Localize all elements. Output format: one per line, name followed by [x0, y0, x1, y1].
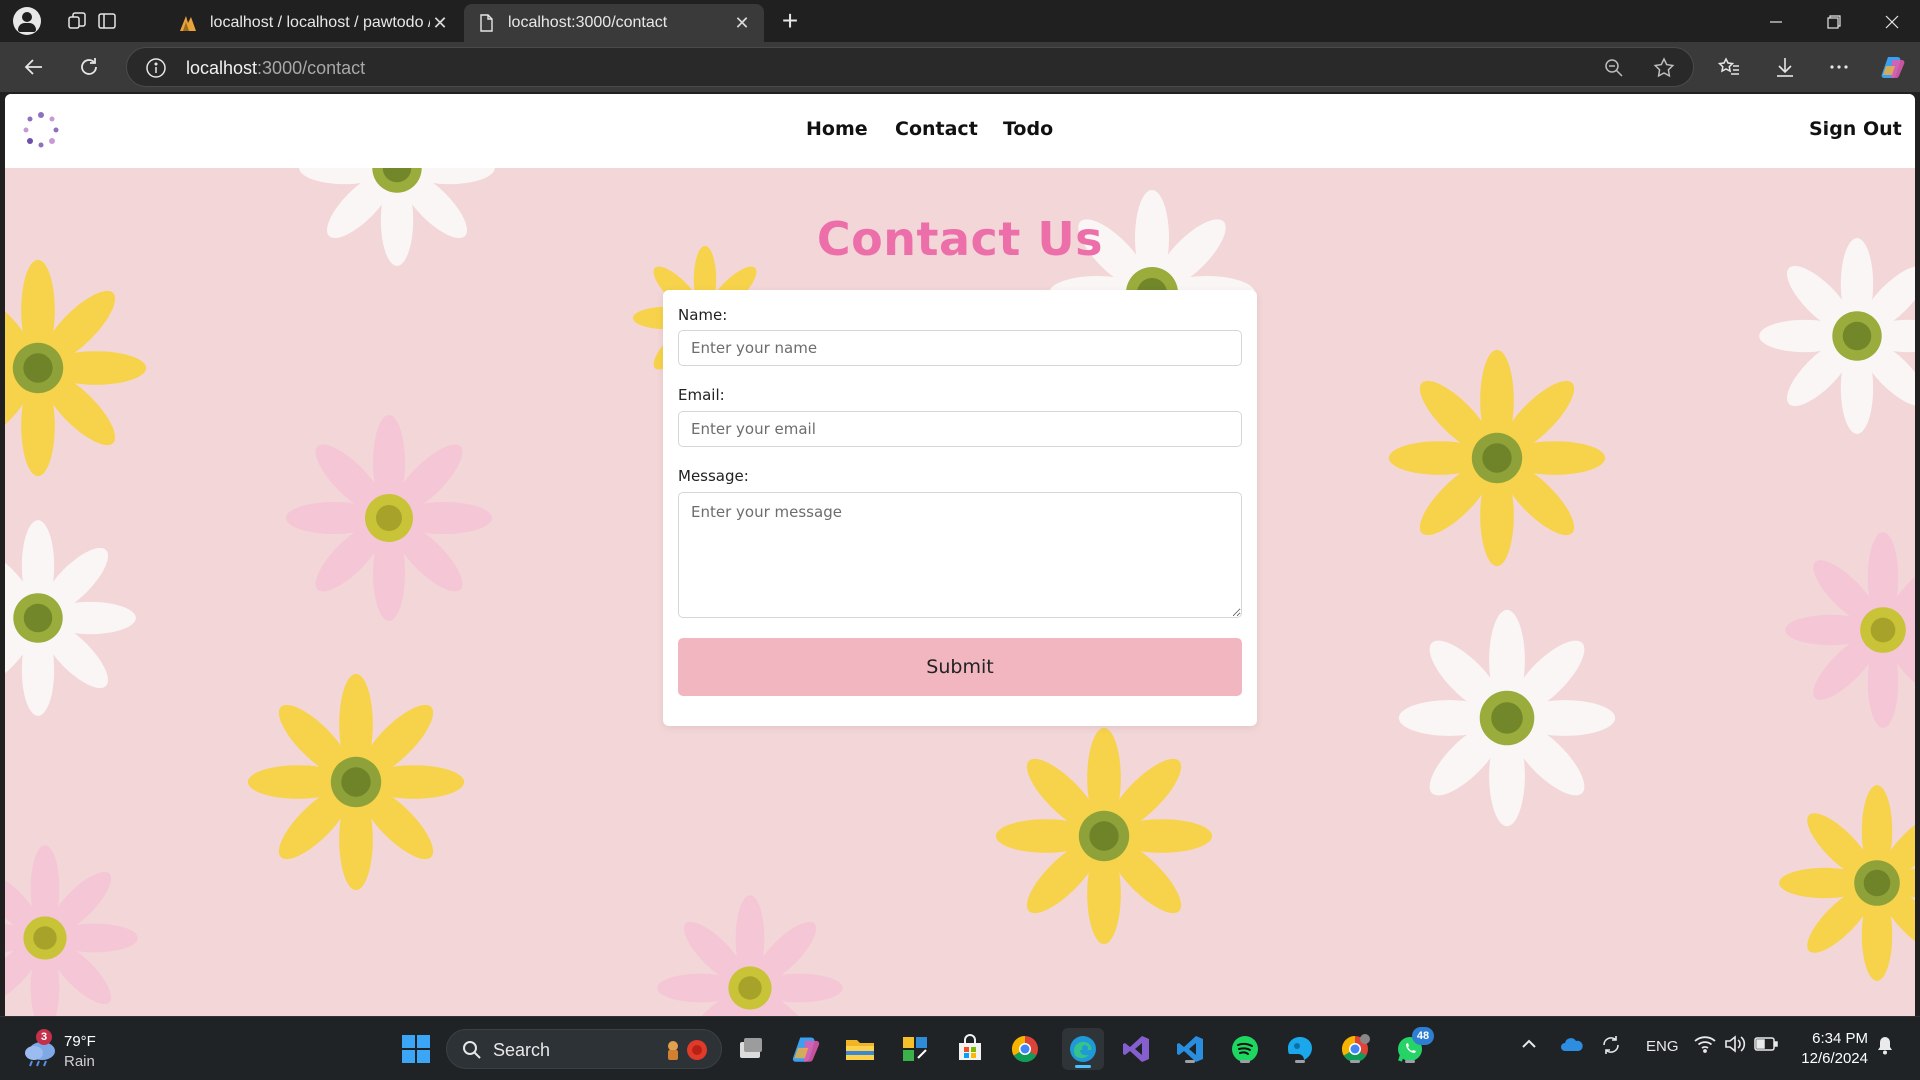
chevron-up-icon[interactable]	[1520, 1035, 1538, 1057]
refresh-icon[interactable]	[74, 52, 104, 82]
url-path: :3000/contact	[257, 58, 366, 78]
search-icon	[463, 1041, 481, 1059]
profile-icon[interactable]	[13, 7, 41, 35]
close-tab-icon[interactable]: ✕	[732, 13, 752, 33]
whatsapp-badge: 48	[1412, 1027, 1434, 1045]
weather-widget[interactable]: 3 79°F Rain	[22, 1029, 142, 1073]
tab-title: localhost / localhost / pawtodo /	[210, 14, 430, 31]
copilot-icon[interactable]	[788, 1031, 824, 1067]
weather-condition: Rain	[64, 1053, 95, 1070]
workspaces-icon[interactable]	[63, 8, 91, 34]
nav-todo-link[interactable]: Todo	[1003, 118, 1053, 140]
address-bar[interactable]: localhost:3000/contact	[126, 47, 1694, 87]
start-icon[interactable]	[398, 1031, 434, 1067]
weather-temp: 79°F	[64, 1033, 96, 1050]
contact-form: Name: Email: Message: Submit	[663, 290, 1257, 726]
task-view-icon[interactable]	[733, 1031, 769, 1067]
edge-icon[interactable]	[1062, 1028, 1104, 1070]
restore-icon[interactable]	[1822, 10, 1846, 34]
copilot-icon[interactable]	[1878, 52, 1908, 82]
email-input[interactable]	[678, 411, 1242, 447]
vscode-icon[interactable]	[1172, 1031, 1208, 1067]
url-text[interactable]: localhost:3000/contact	[186, 58, 365, 79]
file-explorer-icon[interactable]	[842, 1031, 878, 1067]
browser-toolbar: localhost:3000/contact	[0, 42, 1920, 92]
spotify-icon[interactable]	[1227, 1031, 1263, 1067]
tab-contact[interactable]: localhost:3000/contact ✕	[464, 4, 764, 42]
downloads-icon[interactable]	[1770, 52, 1800, 82]
nav-contact-link[interactable]: Contact	[895, 118, 978, 140]
language-indicator[interactable]: ENG	[1646, 1038, 1679, 1055]
favorites-icon[interactable]	[1714, 52, 1744, 82]
new-tab-button[interactable]: +	[776, 7, 804, 36]
site-navbar: Home Contact Todo Sign Out	[5, 94, 1915, 168]
whatsapp-icon[interactable]: 48	[1392, 1027, 1434, 1067]
zoom-icon[interactable]	[1603, 57, 1625, 79]
chrome-icon[interactable]	[1337, 1031, 1373, 1067]
clock-date: 12/6/2024	[1801, 1050, 1868, 1067]
search-label: Search	[493, 1040, 551, 1060]
close-tab-icon[interactable]: ✕	[430, 13, 450, 33]
app-icon[interactable]	[897, 1031, 933, 1067]
site-logo-icon[interactable]	[21, 110, 61, 150]
favorite-star-icon[interactable]	[1653, 57, 1675, 79]
submit-button[interactable]: Submit	[678, 638, 1242, 696]
taskbar-search[interactable]: Search	[446, 1029, 722, 1069]
tab-title: localhost:3000/contact	[508, 14, 668, 31]
minimize-icon[interactable]	[1764, 10, 1788, 34]
volume-icon[interactable]	[1724, 1035, 1746, 1057]
weather-alert-badge: 3	[36, 1029, 52, 1045]
tab-phpmyadmin[interactable]: localhost / localhost / pawtodo / ✕	[166, 4, 462, 42]
system-clock[interactable]: 6:34 PM 12/6/2024	[1784, 1029, 1868, 1069]
page-title: Contact Us	[816, 212, 1104, 266]
name-input[interactable]	[678, 330, 1242, 366]
app-icon[interactable]	[1282, 1031, 1318, 1067]
browser-tab-bar: localhost / localhost / pawtodo / ✕ loca…	[0, 0, 1920, 42]
message-textarea[interactable]	[678, 492, 1242, 618]
notification-bell-icon[interactable]	[1876, 1035, 1894, 1059]
settings-menu-icon[interactable]	[1824, 52, 1854, 82]
store-icon[interactable]	[952, 1031, 988, 1067]
windows-taskbar: 3 79°F Rain Search 48 ENG 6:34 PM 12/6/2…	[0, 1016, 1920, 1080]
page-favicon-icon	[480, 14, 493, 32]
name-label: Name:	[678, 306, 728, 324]
close-window-icon[interactable]	[1880, 10, 1904, 34]
url-host: localhost	[186, 58, 258, 78]
site-info-icon[interactable]	[145, 57, 167, 79]
email-label: Email:	[678, 386, 725, 404]
phpmyadmin-favicon-icon	[180, 16, 196, 31]
sign-out-link[interactable]: Sign Out	[1809, 118, 1902, 140]
battery-icon[interactable]	[1754, 1036, 1778, 1056]
wifi-icon[interactable]	[1694, 1035, 1716, 1057]
onedrive-icon[interactable]	[1560, 1035, 1584, 1057]
clock-time: 6:34 PM	[1812, 1030, 1868, 1047]
tab-actions-icon[interactable]	[93, 8, 121, 34]
page-viewport: Home Contact Todo Sign Out Contact Us Na…	[5, 94, 1915, 1016]
chrome-icon[interactable]	[1007, 1031, 1043, 1067]
nav-home-link[interactable]: Home	[806, 118, 868, 140]
sync-icon[interactable]	[1600, 1034, 1622, 1060]
search-highlight-icon	[668, 1040, 707, 1060]
visual-studio-icon[interactable]	[1118, 1031, 1154, 1067]
message-label: Message:	[678, 467, 749, 485]
back-icon[interactable]	[19, 52, 49, 82]
